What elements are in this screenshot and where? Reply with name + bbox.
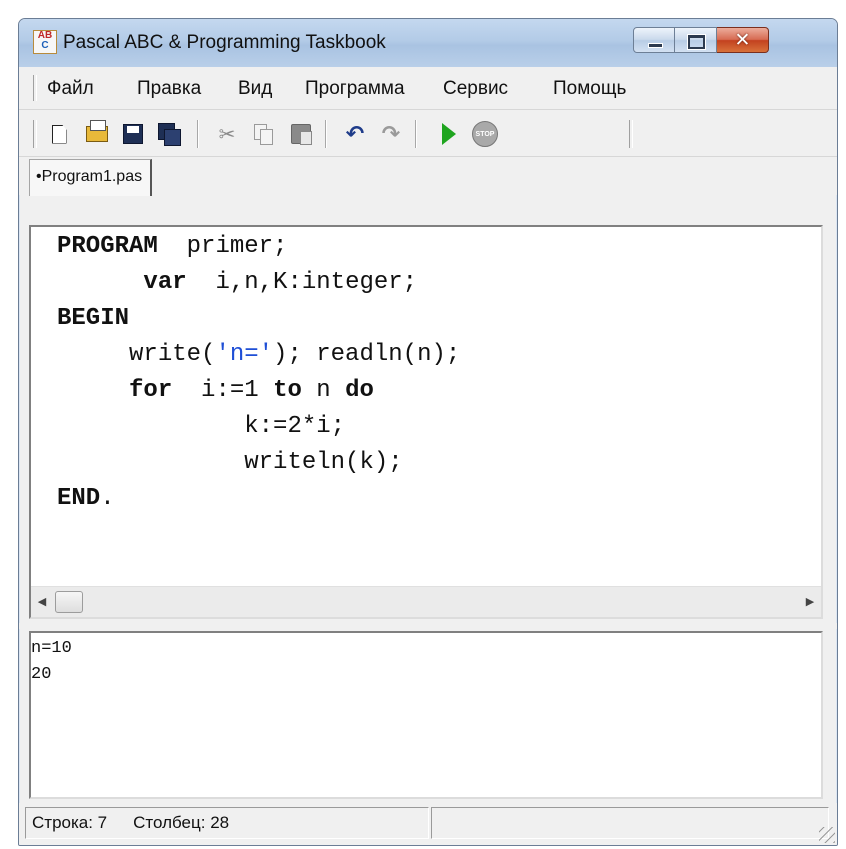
minimize-button[interactable] [633,27,675,53]
open-button[interactable] [83,120,111,148]
redo-button[interactable]: ↷ [377,120,405,148]
output-line: 20 [31,665,52,684]
pascal-abc-logo-icon: AB C [33,30,57,54]
save-button[interactable] [119,120,147,148]
app-window: AB C Pascal ABC & Programming Taskbook ✕ … [18,18,838,846]
code-keyword: for [129,377,173,404]
menu-grip [33,75,37,101]
cut-button[interactable]: ✂ [213,120,241,148]
code-line[interactable]: END. [57,485,115,512]
menu-bar: Файл Правка Вид Программа Сервис Помощь [19,67,837,110]
code-keyword: PROGRAM [57,233,158,260]
code-text: n [301,377,346,404]
title-bar[interactable]: AB C Pascal ABC & Programming Taskbook ✕ [19,19,837,67]
toolbar-grip [33,120,37,148]
window-title: Pascal ABC & Programming Taskbook [63,32,386,53]
code-string: 'n=' [215,341,274,368]
tab-strip: •Program1.pas [19,157,837,196]
code-keyword: END [57,485,101,512]
undo-icon: ↶ [345,121,365,147]
menu-service[interactable]: Сервис [443,78,508,100]
scroll-left-icon[interactable]: ◀ [35,594,49,610]
code-keyword: to [273,377,302,404]
redo-icon: ↷ [381,121,401,147]
undo-button[interactable]: ↶ [341,120,369,148]
stop-button[interactable]: STOP [471,120,499,148]
code-text: i:=1 [172,377,274,404]
code-text: write( [57,341,216,368]
toolbar: ✂ ↶ ↷ STOP [19,110,837,157]
save-icon [123,124,143,144]
code-line[interactable]: write('n='); readln(n); [57,341,460,368]
new-file-button[interactable] [45,120,73,148]
code-line[interactable]: for i:=1 to n do [57,377,374,404]
paste-icon [291,124,312,145]
output-line: n=10 [31,639,72,658]
toolbar-end-separator [629,120,633,148]
save-all-button[interactable] [155,120,183,148]
menu-edit[interactable]: Правка [137,78,201,100]
menu-file[interactable]: Файл [47,78,94,100]
maximize-button[interactable] [675,27,717,53]
horizontal-scrollbar[interactable]: ◀ ▶ [31,586,821,617]
run-button[interactable] [435,120,463,148]
panel-splitter[interactable] [19,623,837,629]
toolbar-separator [415,120,417,148]
close-button[interactable]: ✕ [717,27,769,53]
code-keyword: do [345,377,374,404]
code-keyword: var [143,269,187,296]
code-text: . [100,485,115,512]
save-all-icon [158,123,181,146]
code-line[interactable]: PROGRAM primer; [57,233,287,260]
code-text: writeln(k); [57,449,403,476]
menu-help[interactable]: Помощь [553,78,626,100]
code-line[interactable]: k:=2*i; [57,413,345,440]
stop-icon: STOP [472,121,498,147]
code-line[interactable]: BEGIN [57,305,129,332]
toolbar-separator [197,120,199,148]
cut-icon: ✂ [218,122,236,146]
code-text: k:=2*i; [57,413,346,440]
open-icon [86,120,108,142]
code-text: ); readln(n); [273,341,461,368]
status-empty-panel [431,807,829,839]
paste-button[interactable] [287,120,315,148]
minimize-icon [648,43,663,48]
copy-button[interactable] [249,120,277,148]
code-line[interactable]: var i,n,K:integer; [57,269,417,296]
run-icon [442,123,456,145]
status-line: Строка: 7 [32,813,108,832]
copy-icon [254,124,273,145]
code-keyword: BEGIN [57,305,130,332]
code-area[interactable]: PROGRAM primer; var i,n,K:integer; BEGIN … [57,233,821,583]
menu-program[interactable]: Программа [305,78,405,100]
status-bar: Строка: 7 Столбец: 28 [19,803,837,845]
status-position-panel: Строка: 7 Столбец: 28 [25,807,429,839]
output-window[interactable]: n=10 20 [29,631,823,799]
scroll-right-icon[interactable]: ▶ [803,594,817,610]
menu-view[interactable]: Вид [238,78,272,100]
code-text: i,n,K:integer; [186,269,418,296]
scroll-thumb[interactable] [55,591,83,613]
code-editor[interactable]: PROGRAM primer; var i,n,K:integer; BEGIN … [29,225,823,619]
code-line[interactable]: writeln(k); [57,449,403,476]
status-column: Столбец: 28 [133,813,230,832]
resize-grip-icon[interactable] [819,827,835,843]
maximize-icon [688,35,705,49]
close-icon: ✕ [734,29,751,51]
new-file-icon [51,124,67,144]
toolbar-separator [325,120,327,148]
code-text: primer; [157,233,288,260]
tab-program1[interactable]: •Program1.pas [29,159,153,196]
